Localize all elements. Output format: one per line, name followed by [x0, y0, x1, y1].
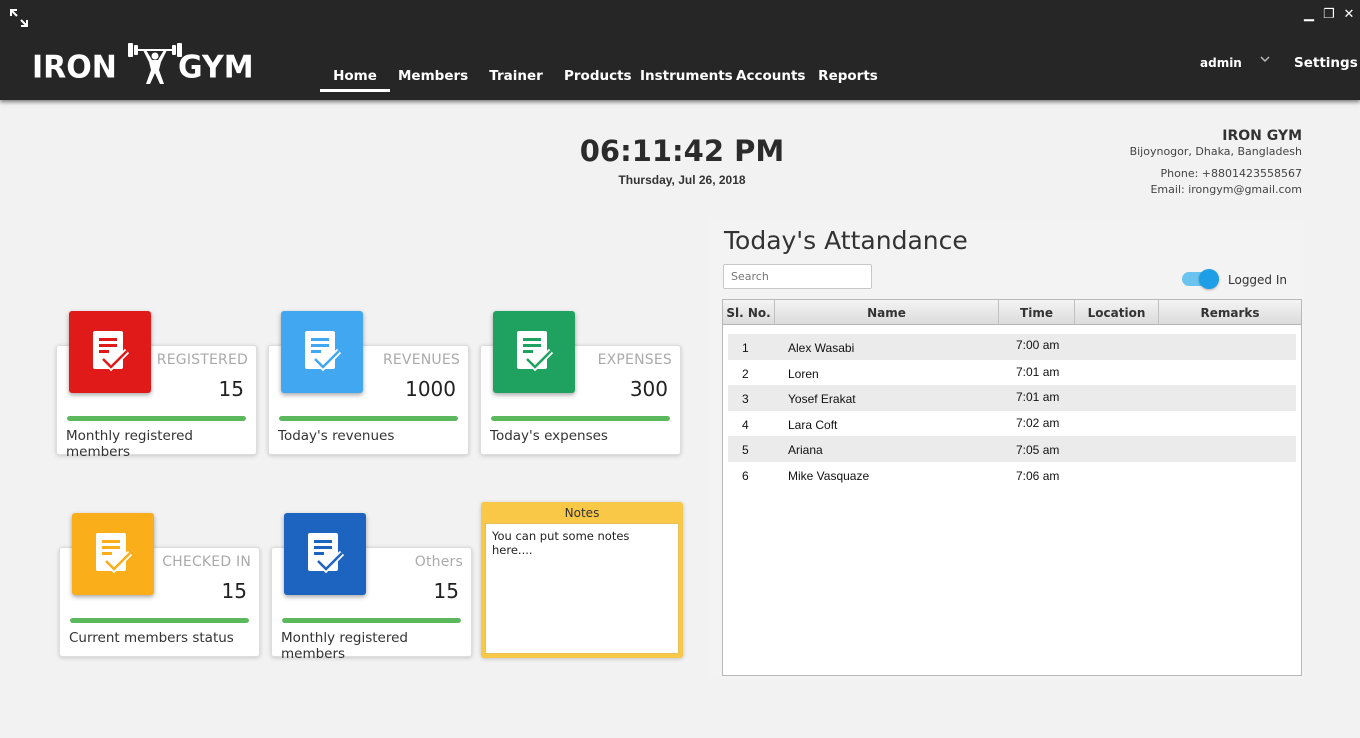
- gym-phone: Phone: +8801423558567: [1160, 167, 1302, 180]
- cell-time: 7:01 am: [1016, 364, 1060, 379]
- cell-sl: 3: [742, 392, 749, 406]
- clipboard-check-icon: [308, 533, 344, 574]
- stat-description: Today's expenses: [490, 428, 608, 444]
- cell-sl: 4: [742, 417, 749, 432]
- expenses-tile: [493, 311, 575, 393]
- cell-sl: 2: [742, 366, 749, 381]
- cell-name: Alex Wasabi: [788, 341, 855, 355]
- cell-name: Lara Coft: [788, 417, 838, 432]
- stat-label: CHECKED IN: [162, 554, 251, 570]
- others-tile: [284, 513, 366, 595]
- user-menu[interactable]: admin: [1200, 56, 1242, 70]
- table-row[interactable]: 2 Loren 7:01 am: [728, 360, 1296, 386]
- nav-products[interactable]: Products: [564, 66, 632, 92]
- nav-accounts[interactable]: Accounts: [736, 66, 805, 92]
- logged-in-toggle[interactable]: [1182, 269, 1219, 289]
- cell-time: 7:00 am: [1016, 338, 1060, 352]
- clipboard-check-icon: [305, 331, 341, 372]
- close-button[interactable]: ✕: [1342, 6, 1356, 22]
- stat-label: EXPENSES: [597, 352, 672, 368]
- attendance-title: Today's Attandance: [724, 226, 968, 255]
- progress-bar: [279, 416, 458, 421]
- column-header-name[interactable]: Name: [775, 300, 999, 325]
- cell-name: Loren: [788, 366, 819, 381]
- attendance-table: Sl. No. Name Time Location Remarks 1 Ale…: [722, 299, 1302, 676]
- stat-description: Monthly registered members: [66, 428, 193, 460]
- table-header: Sl. No. Name Time Location Remarks: [723, 300, 1301, 325]
- cell-sl: 1: [742, 341, 749, 355]
- stat-value: 1000: [405, 377, 456, 401]
- nav-trainer[interactable]: Trainer: [486, 66, 546, 92]
- cell-time: 7:02 am: [1016, 415, 1060, 430]
- clipboard-check-icon: [93, 331, 129, 372]
- table-body: 1 Alex Wasabi 7:00 am 2 Loren 7:01 am 3 …: [728, 334, 1296, 487]
- stat-description: Monthly registered members: [281, 630, 408, 662]
- progress-bar: [282, 618, 461, 623]
- toggle-label: Logged In: [1228, 273, 1288, 287]
- gym-info: IRON GYM Bijoynogor, Dhaka, Bangladesh P…: [1130, 128, 1302, 198]
- table-row[interactable]: 5 Ariana 7:05 am: [728, 436, 1296, 462]
- nav-instruments[interactable]: Instruments: [640, 66, 733, 92]
- progress-bar: [491, 416, 670, 421]
- cell-time: 7:01 am: [1016, 390, 1060, 404]
- registered-tile: [69, 311, 151, 393]
- expand-icon[interactable]: [9, 8, 29, 28]
- column-header-sl-no[interactable]: Sl. No.: [723, 300, 775, 325]
- minimize-button[interactable]: ▁: [1302, 6, 1316, 22]
- cell-time: 7:06 am: [1016, 468, 1060, 483]
- clock-date: Thursday, Jul 26, 2018: [618, 173, 746, 187]
- nav-home[interactable]: Home: [320, 66, 390, 92]
- cell-name: Yosef Erakat: [788, 392, 856, 406]
- column-header-remarks[interactable]: Remarks: [1159, 300, 1301, 325]
- stat-label: REVENUES: [382, 352, 460, 368]
- table-row[interactable]: 6 Mike Vasquaze 7:06 am: [728, 462, 1296, 488]
- logo-text-left: IRON: [32, 49, 117, 86]
- weightlifter-icon: [128, 43, 182, 84]
- search-input[interactable]: [723, 264, 872, 289]
- iron-gym-logo: IRON GYM: [32, 40, 260, 90]
- nav-reports[interactable]: Reports: [818, 66, 878, 92]
- clock-time: 06:11:42 PM: [579, 134, 785, 168]
- gym-email: Email: irongym@gmail.com: [1150, 183, 1302, 196]
- column-header-time[interactable]: Time: [999, 300, 1075, 325]
- notes-textarea[interactable]: You can put some notes here....: [485, 523, 679, 654]
- settings-link[interactable]: Settings: [1294, 55, 1358, 71]
- nav-members[interactable]: Members: [398, 66, 468, 92]
- chevron-down-icon[interactable]: [1260, 54, 1270, 64]
- table-row[interactable]: 1 Alex Wasabi 7:00 am: [728, 334, 1296, 360]
- progress-bar: [67, 416, 246, 421]
- gym-address: Bijoynogor, Dhaka, Bangladesh: [1129, 145, 1302, 158]
- clipboard-check-icon: [96, 533, 132, 574]
- cell-sl: 6: [742, 468, 749, 483]
- cell-name: Ariana: [788, 443, 823, 457]
- stat-value: 300: [629, 377, 668, 401]
- restore-button[interactable]: ❐: [1322, 6, 1336, 22]
- top-bar: ▁ ❐ ✕ IRON GYM Home Members Trainer Prod…: [0, 0, 1360, 100]
- stat-label: Others: [414, 554, 463, 570]
- cell-sl: 5: [742, 443, 749, 457]
- cell-time: 7:05 am: [1016, 443, 1060, 457]
- column-header-location[interactable]: Location: [1075, 300, 1159, 325]
- progress-bar: [70, 618, 249, 623]
- table-row[interactable]: 3 Yosef Erakat 7:01 am: [728, 385, 1296, 411]
- stat-value: 15: [221, 579, 247, 603]
- stat-description: Current members status: [69, 630, 234, 646]
- table-row[interactable]: 4 Lara Coft 7:02 am: [728, 411, 1296, 437]
- cell-name: Mike Vasquaze: [788, 468, 870, 483]
- notes-panel: Notes You can put some notes here....: [481, 502, 683, 658]
- stat-value: 15: [433, 579, 459, 603]
- revenues-tile: [281, 311, 363, 393]
- checked-in-tile: [72, 513, 154, 595]
- logo-text-right: GYM: [178, 49, 254, 86]
- gym-name: IRON GYM: [1222, 128, 1302, 144]
- stat-value: 15: [218, 377, 244, 401]
- stat-label: REGISTERED: [156, 352, 248, 368]
- notes-title: Notes: [564, 506, 600, 520]
- clipboard-check-icon: [517, 331, 553, 372]
- stat-description: Today's revenues: [278, 428, 395, 444]
